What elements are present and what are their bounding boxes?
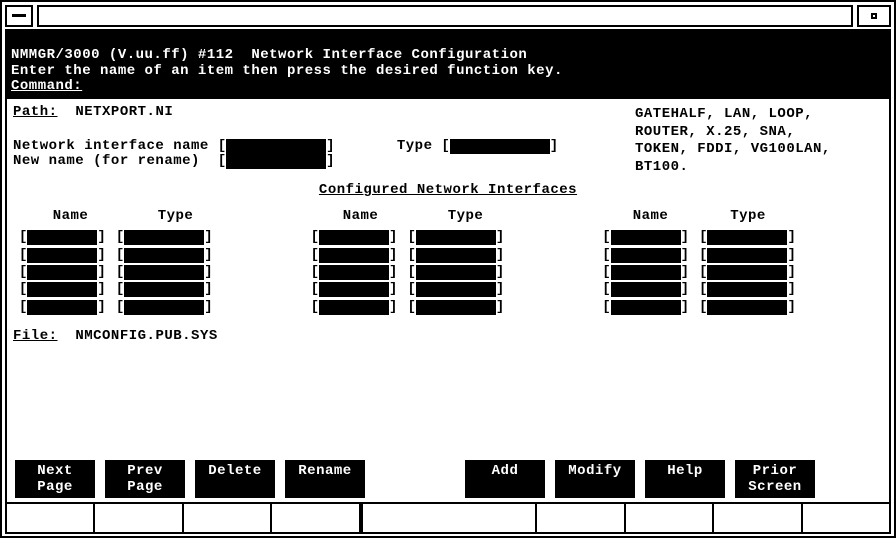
name-input[interactable] xyxy=(27,265,97,280)
f1-next-page[interactable]: Next Page xyxy=(15,460,95,498)
col-type-3: Type xyxy=(698,209,798,224)
type-input[interactable] xyxy=(707,265,787,280)
path-label: Path: xyxy=(13,104,58,120)
type-input[interactable] xyxy=(124,248,204,263)
type-input[interactable] xyxy=(124,300,204,315)
file-value: NMCONFIG.PUB.SYS xyxy=(75,328,217,344)
name-input[interactable] xyxy=(611,265,681,280)
screen-header: NMMGR/3000 (V.uu.ff) #112 Network Interf… xyxy=(7,31,889,99)
name-input[interactable] xyxy=(27,282,97,297)
type-input[interactable] xyxy=(416,248,496,263)
type-label: Type xyxy=(397,139,433,154)
name-input[interactable] xyxy=(611,248,681,263)
minimize-button[interactable] xyxy=(857,5,891,27)
type-input[interactable] xyxy=(416,300,496,315)
command-label: Command: xyxy=(11,78,82,94)
work-area: NMMGR/3000 (V.uu.ff) #112 Network Interf… xyxy=(5,29,891,534)
window-titlebar xyxy=(5,5,891,27)
f2-prev-page[interactable]: Prev Page xyxy=(105,460,185,498)
file-row: File: NMCONFIG.PUB.SYS xyxy=(13,329,883,346)
type-input[interactable] xyxy=(416,230,496,245)
header-line2: Enter the name of an item then press the… xyxy=(11,63,563,79)
type-input[interactable] xyxy=(707,230,787,245)
f7-help[interactable]: Help xyxy=(645,460,725,498)
type-input[interactable] xyxy=(707,300,787,315)
name-input[interactable] xyxy=(27,230,97,245)
titlebar-spacer xyxy=(37,5,853,27)
col-name-3: Name xyxy=(603,209,698,224)
col-name-1: Name xyxy=(23,209,118,224)
rename-input[interactable] xyxy=(226,154,326,169)
col-type-1: Type xyxy=(118,209,233,224)
type-input[interactable] xyxy=(450,139,550,154)
section-title: Configured Network Interfaces xyxy=(13,183,883,198)
col-name-2: Name xyxy=(313,209,408,224)
name-input[interactable] xyxy=(319,248,389,263)
status-bar xyxy=(7,502,889,532)
path-value: NETXPORT.NI xyxy=(75,104,173,120)
ni-name-input[interactable] xyxy=(226,139,326,154)
name-input[interactable] xyxy=(611,230,681,245)
name-input[interactable] xyxy=(319,230,389,245)
type-options-help: GATEHALF, LAN, LOOP, ROUTER, X.25, SNA, … xyxy=(635,106,831,176)
f3-delete[interactable]: Delete xyxy=(195,460,275,498)
f5-add[interactable]: Add xyxy=(465,460,545,498)
ni-name-label: Network interface name xyxy=(13,139,209,154)
function-keys: Next Page Prev Page Delete Rename Add Mo… xyxy=(7,460,889,532)
name-input[interactable] xyxy=(319,265,389,280)
name-input[interactable] xyxy=(611,300,681,315)
type-input[interactable] xyxy=(124,265,204,280)
type-input[interactable] xyxy=(707,248,787,263)
name-input[interactable] xyxy=(319,300,389,315)
name-input[interactable] xyxy=(611,282,681,297)
f6-modify[interactable]: Modify xyxy=(555,460,635,498)
system-menu-icon[interactable] xyxy=(5,5,33,27)
type-input[interactable] xyxy=(416,265,496,280)
f8-prior-screen[interactable]: Prior Screen xyxy=(735,460,815,498)
interface-grid: [] [] [] [] [] [] [] [] [] [] xyxy=(13,230,883,315)
name-input[interactable] xyxy=(27,300,97,315)
window-frame: NMMGR/3000 (V.uu.ff) #112 Network Interf… xyxy=(0,0,896,538)
col-type-2: Type xyxy=(408,209,523,224)
f4-rename[interactable]: Rename xyxy=(285,460,365,498)
name-input[interactable] xyxy=(27,248,97,263)
type-input[interactable] xyxy=(416,282,496,297)
file-label: File: xyxy=(13,328,58,344)
column-headers: Name Type Name Type Name Type xyxy=(13,209,883,230)
name-input[interactable] xyxy=(319,282,389,297)
header-line1: NMMGR/3000 (V.uu.ff) #112 Network Interf… xyxy=(11,47,527,63)
type-input[interactable] xyxy=(124,282,204,297)
type-input[interactable] xyxy=(707,282,787,297)
type-input[interactable] xyxy=(124,230,204,245)
rename-label: New name (for rename) xyxy=(13,154,200,169)
